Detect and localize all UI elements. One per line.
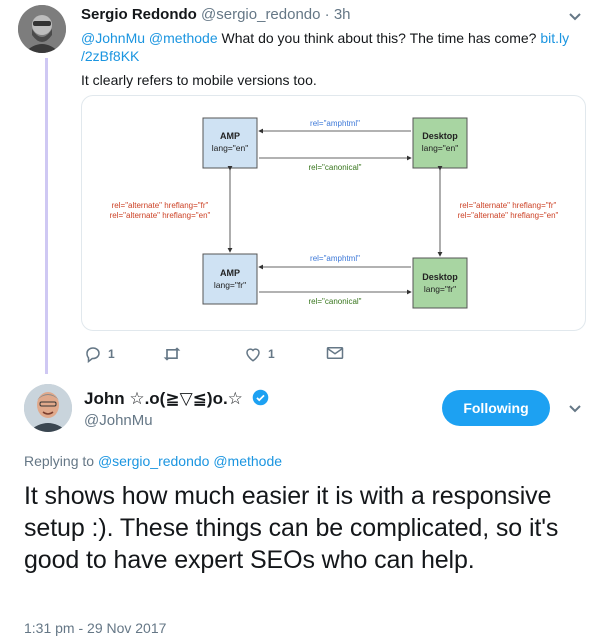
mention-link[interactable]: @methode	[213, 453, 282, 469]
desktop-en-lang: lang="en"	[422, 143, 459, 153]
retweet-icon	[162, 345, 182, 363]
reply-button[interactable]: 1	[84, 345, 115, 363]
heart-icon	[244, 345, 262, 363]
author-name[interactable]: John ☆.o(≧▽≦)o.☆	[84, 389, 243, 408]
like-count: 1	[268, 347, 275, 361]
desktop-fr-lang: lang="fr"	[424, 284, 456, 294]
tweet-time[interactable]: 3h	[334, 6, 351, 23]
alt-fr-label-left: rel="alternate" hreflang="fr"	[112, 201, 209, 210]
separator-dot: ·	[324, 6, 330, 23]
author-handle[interactable]: @sergio_redondo	[201, 6, 320, 23]
amp-en-box: AMP lang="en"	[202, 117, 258, 169]
amp-fr-box: AMP lang="fr"	[202, 253, 258, 305]
amphtml-label-top: rel="amphtml"	[310, 119, 360, 128]
tweet-timestamp[interactable]: 1:31 pm - 29 Nov 2017	[24, 620, 166, 636]
avatar[interactable]	[18, 5, 66, 53]
alt-en-label-left: rel="alternate" hreflang="en"	[110, 211, 211, 220]
replying-prefix: Replying to	[24, 453, 98, 469]
replying-to: Replying to @sergio_redondo @methode	[24, 453, 282, 469]
diagram-card[interactable]: AMP lang="en" Desktop lang="en" AMP lang…	[81, 95, 586, 331]
dm-button[interactable]	[326, 345, 344, 361]
desktop-fr-title: Desktop	[422, 272, 458, 282]
envelope-icon	[326, 345, 344, 361]
amp-en-lang: lang="en"	[212, 143, 249, 153]
mention-link[interactable]: @sergio_redondo	[98, 453, 210, 469]
amp-fr-lang: lang="fr"	[214, 280, 246, 290]
thread-connector-line	[45, 58, 48, 374]
amp-en-title: AMP	[220, 131, 240, 141]
chevron-down-icon[interactable]	[568, 404, 582, 414]
mention-link[interactable]: @methode	[149, 30, 218, 46]
reply-count: 1	[108, 347, 115, 361]
alt-fr-label-right: rel="alternate" hreflang="fr"	[460, 201, 557, 210]
canonical-label-bottom: rel="canonical"	[308, 297, 361, 306]
canonical-label-top: rel="canonical"	[308, 163, 361, 172]
chevron-down-icon[interactable]	[568, 12, 582, 22]
tweet-header: Sergio Redondo @sergio_redondo · 3h	[81, 6, 351, 23]
author-handle[interactable]: @JohnMu	[84, 412, 153, 429]
amphtml-label-bottom: rel="amphtml"	[310, 254, 360, 263]
url-link-part: /2zBf8KK	[81, 48, 140, 64]
desktop-en-title: Desktop	[422, 131, 458, 141]
avatar[interactable]	[24, 384, 72, 432]
tweet-text: It clearly refers to mobile versions too…	[81, 72, 317, 88]
tweet-body: @JohnMu @methode What do you think about…	[81, 29, 591, 95]
like-button[interactable]: 1	[244, 345, 275, 363]
verified-badge-icon	[252, 389, 269, 411]
alt-en-label-right: rel="alternate" hreflang="en"	[458, 211, 559, 220]
following-button[interactable]: Following	[442, 390, 550, 426]
author-name-row: John ☆.o(≧▽≦)o.☆	[84, 389, 269, 411]
reply-icon	[84, 345, 102, 363]
tweet-actions: 1 1	[84, 345, 384, 363]
desktop-en-box: Desktop lang="en"	[412, 117, 468, 169]
mention-link[interactable]: @JohnMu	[81, 30, 145, 46]
author-name[interactable]: Sergio Redondo	[81, 6, 197, 23]
desktop-fr-box: Desktop lang="fr"	[412, 257, 468, 309]
amp-fr-title: AMP	[220, 268, 240, 278]
tweet-text: What do you think about this? The time h…	[217, 30, 541, 46]
url-link-part: bit.ly	[540, 30, 570, 46]
tweet-body: It shows how much easier it is with a re…	[24, 482, 559, 574]
retweet-button[interactable]	[162, 345, 182, 363]
